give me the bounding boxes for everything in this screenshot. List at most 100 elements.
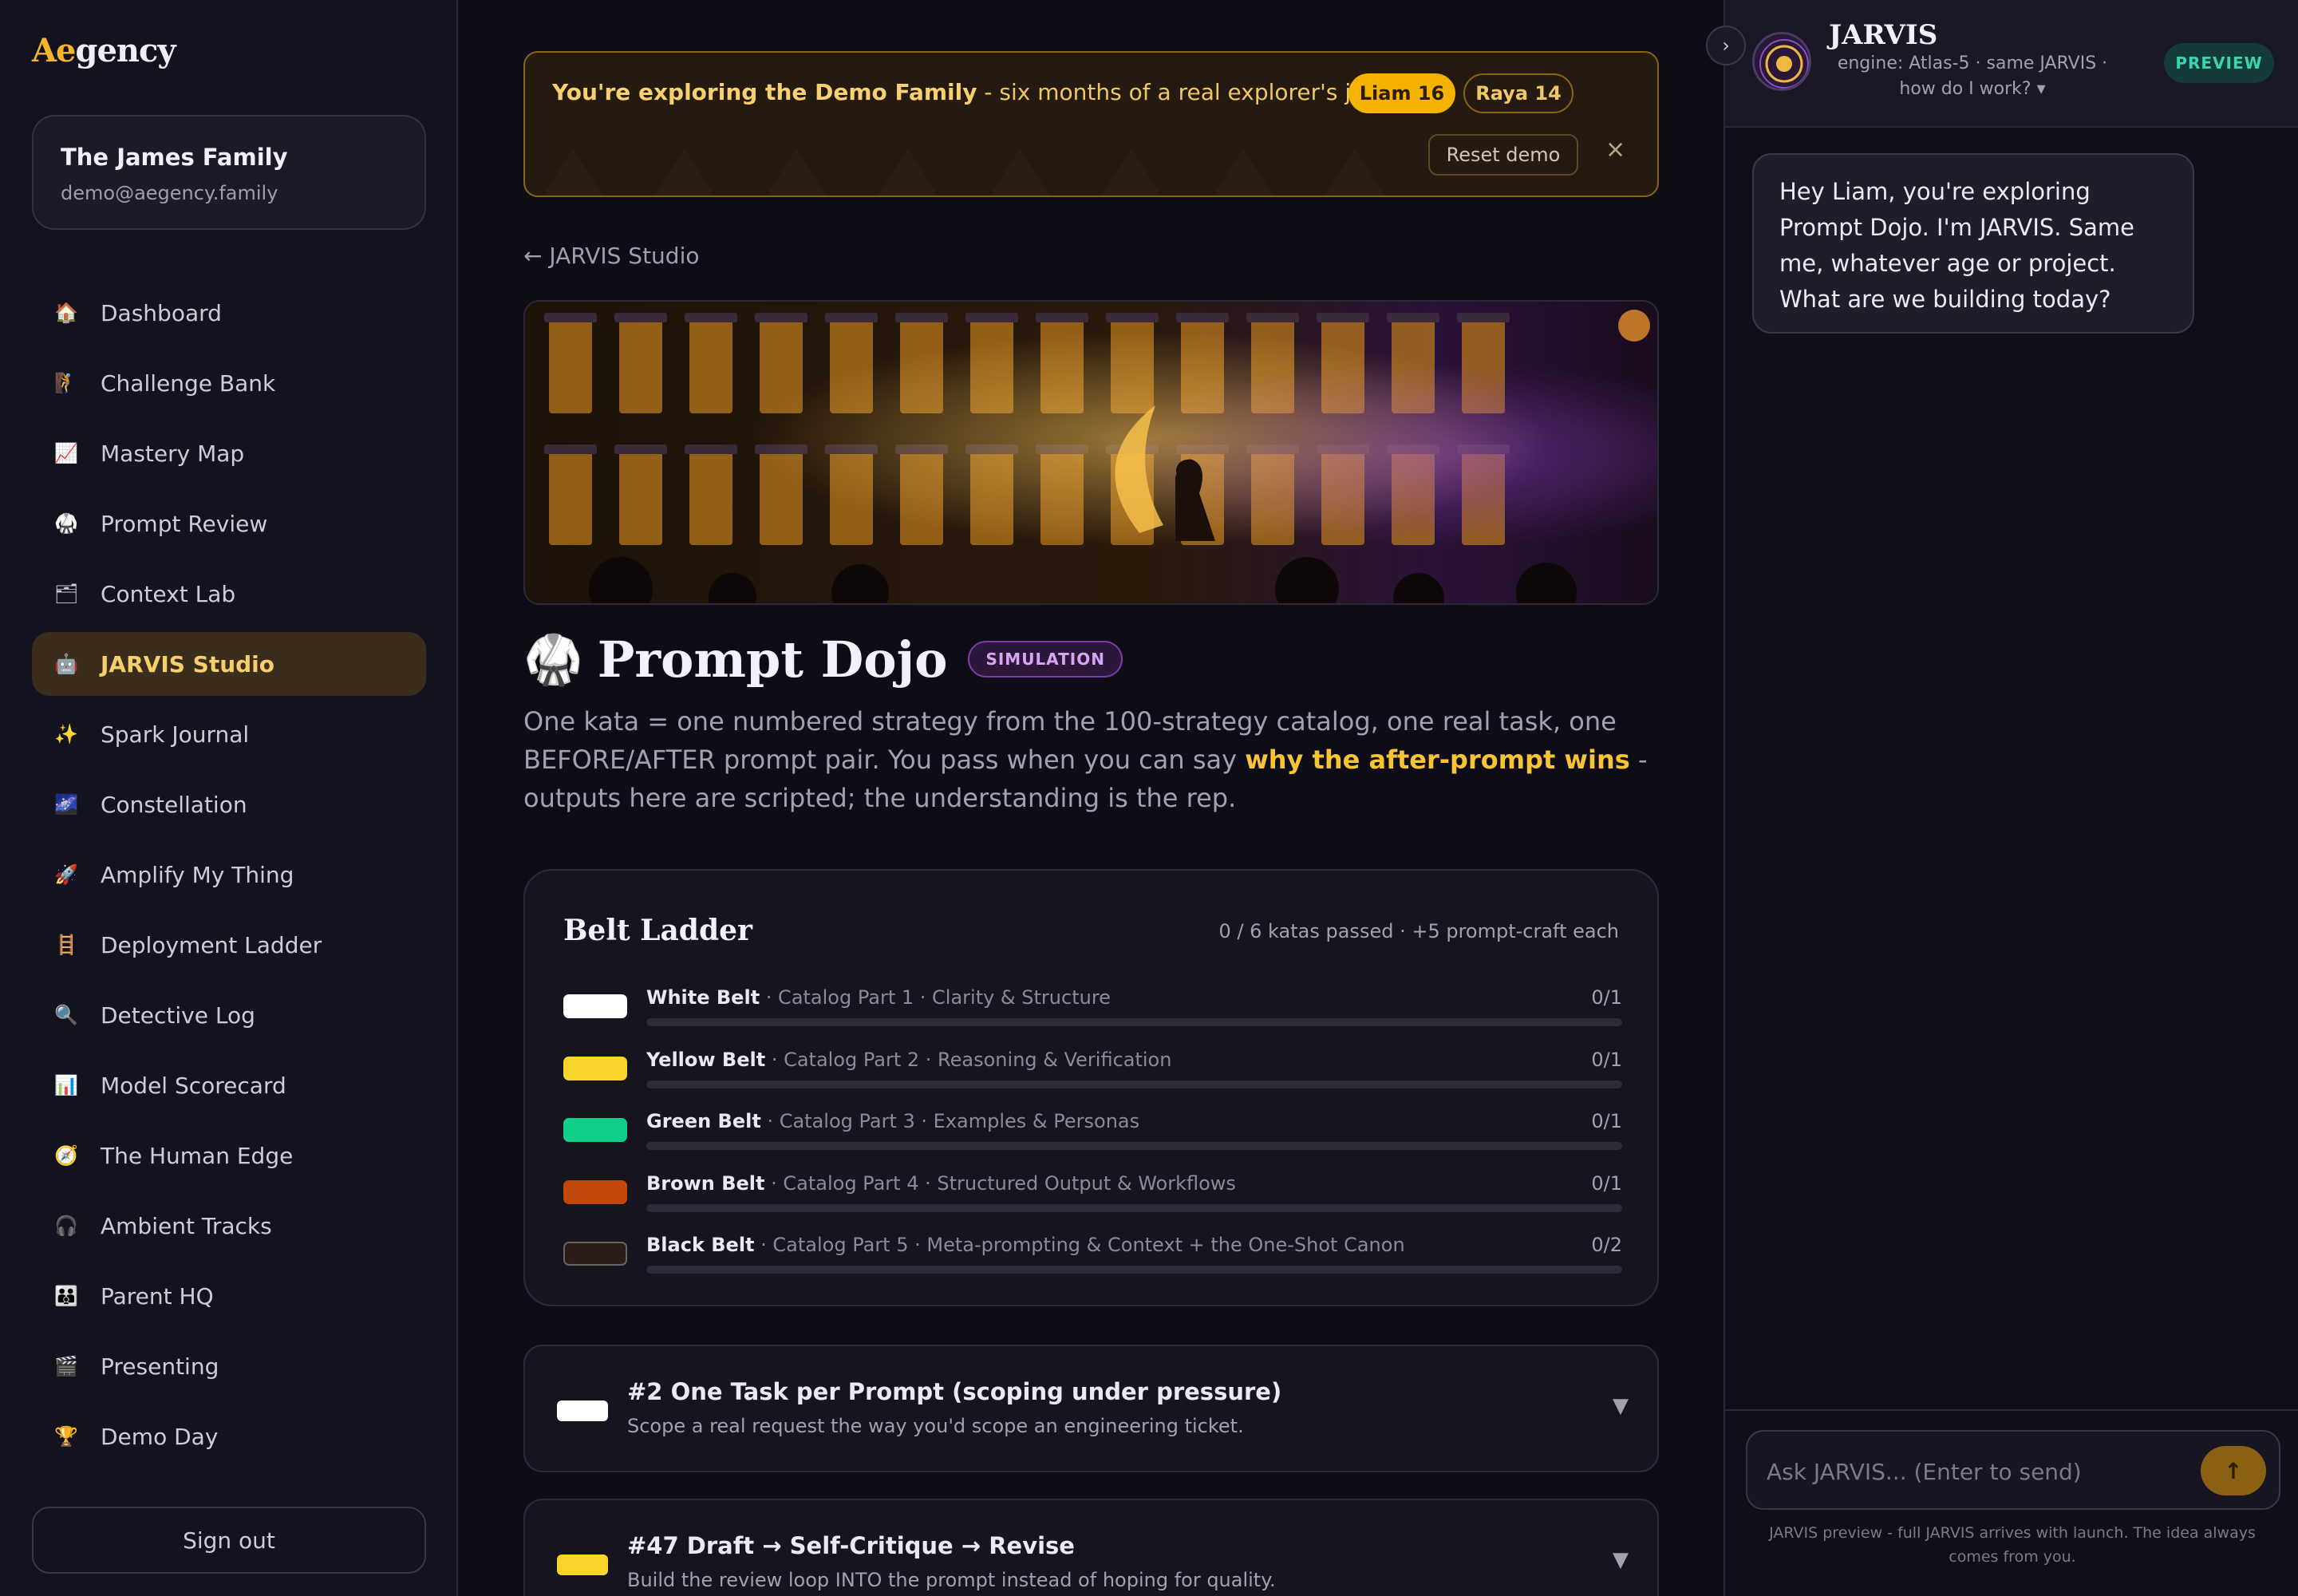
sidebar-item-model-scorecard[interactable]: 📊 Model Scorecard	[32, 1053, 426, 1117]
sparkles-icon: ✨	[54, 723, 78, 745]
sidebar-item-label: Spark Journal	[101, 721, 250, 748]
sidebar-item-the-human-edge[interactable]: 🧭 The Human Edge	[32, 1124, 426, 1187]
ladder-icon: 🪜	[54, 934, 78, 956]
kata-title: #47 Draft → Self-Critique → Revise	[627, 1532, 1075, 1559]
back-link[interactable]: ← JARVIS Studio	[523, 243, 699, 269]
sidebar-item-label: Parent HQ	[101, 1282, 214, 1310]
jarvis-footnote: JARVIS preview - full JARVIS arrives wit…	[1769, 1524, 2256, 1566]
belt-row: Black Belt · Catalog Part 5 · Meta-promp…	[563, 1232, 1622, 1283]
jarvis-chat-input[interactable]	[1767, 1454, 2182, 1489]
belt-row: Brown Belt · Catalog Part 4 · Structured…	[563, 1171, 1622, 1222]
belt-label: Green Belt · Catalog Part 3 · Examples &…	[646, 1110, 1139, 1132]
sidebar-item-amplify-my-thing[interactable]: 🚀 Amplify My Thing	[32, 843, 426, 907]
sidebar-item-challenge-bank[interactable]: 🧗 Challenge Bank	[32, 351, 426, 415]
belt-name: Green Belt	[646, 1110, 761, 1132]
belt-progress-bar	[646, 1142, 1622, 1150]
sidebar-item-spark-journal[interactable]: ✨ Spark Journal	[32, 702, 426, 766]
belt-label: Yellow Belt · Catalog Part 2 · Reasoning…	[646, 1049, 1171, 1071]
logo-prefix: Ae	[32, 32, 76, 69]
belt-ladder-progress: 0 / 6 katas passed · +5 prompt-craft eac…	[1218, 920, 1619, 942]
jarvis-avatar	[1752, 32, 1811, 91]
sidebar-item-label: Presenting	[101, 1353, 219, 1380]
sidebar-item-demo-day[interactable]: 🏆 Demo Day	[32, 1404, 426, 1468]
climber-icon: 🧗	[54, 372, 78, 394]
belt-progress-bar	[646, 1204, 1622, 1212]
sidebar-item-deployment-ladder[interactable]: 🪜 Deployment Ladder	[32, 913, 426, 977]
jarvis-message: Hey Liam, you're exploring Prompt Dojo. …	[1752, 153, 2194, 334]
belt-detail: · Catalog Part 3 · Examples & Personas	[760, 1110, 1140, 1132]
folder-icon: 🗂	[53, 583, 79, 605]
belt-swatch	[563, 1180, 627, 1204]
belt-name: Yellow Belt	[646, 1049, 766, 1071]
sidebar-item-constellation[interactable]: 🌌 Constellation	[32, 772, 426, 836]
belt-count: 0/1	[1591, 1172, 1622, 1195]
sidebar-item-parent-hq[interactable]: 👪 Parent HQ	[32, 1264, 426, 1328]
sidebar-item-jarvis-studio[interactable]: 🤖 JARVIS Studio	[32, 632, 426, 696]
belt-ladder-card: Belt Ladder 0 / 6 katas passed · +5 prom…	[523, 869, 1659, 1306]
page-title: Prompt Dojo	[597, 630, 948, 689]
profile-chip-raya[interactable]: Raya 14	[1463, 73, 1573, 113]
page-description: One kata = one numbered strategy from th…	[523, 702, 1664, 817]
kata-subtitle: Scope a real request the way you'd scope…	[627, 1415, 1244, 1437]
chevron-down-icon[interactable]: ▼	[1613, 1394, 1629, 1418]
bar-chart-icon: 📊	[54, 1074, 78, 1096]
sidebar-item-label: Detective Log	[101, 1001, 255, 1029]
jarvis-name: JARVIS	[1829, 19, 1938, 51]
sidebar-item-label: Dashboard	[101, 299, 222, 326]
sidebar-item-detective-log[interactable]: 🔍 Detective Log	[32, 983, 426, 1047]
sidebar-item-label: Deployment Ladder	[101, 931, 322, 958]
clapper-icon: 🎬	[54, 1355, 78, 1377]
belt-row: Green Belt · Catalog Part 3 · Examples &…	[563, 1108, 1622, 1159]
belt-swatch	[563, 1242, 627, 1266]
rocket-icon: 🚀	[54, 863, 78, 886]
divider	[1725, 1409, 2298, 1411]
belt-label: Brown Belt · Catalog Part 4 · Structured…	[646, 1172, 1236, 1195]
kata-card[interactable]: #2 One Task per Prompt (scoping under pr…	[523, 1345, 1659, 1472]
profile-chip-liam[interactable]: Liam 16	[1348, 73, 1455, 113]
belt-label: Black Belt · Catalog Part 5 · Meta-promp…	[646, 1234, 1405, 1256]
engine-info-toggle[interactable]: engine: Atlas-5 · same JARVIS · how do I…	[1829, 51, 2116, 102]
family-card[interactable]: The James Family demo@aegency.family	[32, 115, 426, 230]
belt-count: 0/2	[1591, 1234, 1622, 1256]
sidebar-item-dashboard[interactable]: 🏠 Dashboard	[32, 281, 426, 345]
belt-count: 0/1	[1591, 986, 1622, 1009]
sidebar-item-prompt-review[interactable]: 🥋 Prompt Review	[32, 492, 426, 555]
sidebar-item-label: Ambient Tracks	[101, 1212, 272, 1239]
preview-badge: PREVIEW	[2164, 43, 2274, 83]
kata-card[interactable]: #47 Draft → Self-Critique → Revise Build …	[523, 1499, 1659, 1596]
chevron-down-icon[interactable]: ▼	[1613, 1548, 1629, 1572]
sidebar-item-label: Prompt Review	[101, 510, 268, 537]
sidebar-item-label: Context Lab	[101, 580, 236, 607]
sidebar-item-ambient-tracks[interactable]: 🎧 Ambient Tracks	[32, 1194, 426, 1258]
belt-label: White Belt · Catalog Part 1 · Clarity & …	[646, 986, 1111, 1009]
simulation-badge: SIMULATION	[968, 641, 1123, 678]
aegency-logo[interactable]: Aegency	[32, 32, 176, 69]
sidebar-item-label: Demo Day	[101, 1423, 219, 1450]
belt-row: White Belt · Catalog Part 1 · Clarity & …	[563, 985, 1622, 1036]
gi-icon: 🥋	[54, 512, 78, 535]
sidebar-item-context-lab[interactable]: 🗂 Context Lab	[32, 562, 426, 626]
jarvis-header: JARVIS engine: Atlas-5 · same JARVIS · h…	[1725, 0, 2298, 128]
belt-swatch	[563, 1118, 627, 1142]
reset-demo-button[interactable]: Reset demo	[1428, 134, 1578, 176]
belt-swatch	[563, 1057, 627, 1080]
belt-swatch	[557, 1400, 608, 1421]
sidebar-item-mastery-map[interactable]: 📈 Mastery Map	[32, 421, 426, 485]
chevron-right-icon[interactable]: ›	[1706, 26, 1746, 65]
belt-ladder-title: Belt Ladder	[563, 914, 753, 947]
sidebar-item-label: Amplify My Thing	[101, 861, 294, 888]
belt-detail: · Catalog Part 2 · Reasoning & Verificat…	[765, 1049, 1172, 1071]
belt-detail: · Catalog Part 5 · Meta-prompting & Cont…	[754, 1234, 1405, 1256]
belt-row: Yellow Belt · Catalog Part 2 · Reasoning…	[563, 1047, 1622, 1098]
family-email: demo@aegency.family	[61, 182, 278, 204]
send-arrow-icon[interactable]: ↑	[2201, 1446, 2266, 1495]
kata-subtitle: Build the review loop INTO the prompt in…	[627, 1569, 1276, 1591]
robot-icon: 🤖	[54, 653, 78, 675]
close-icon[interactable]: ×	[1605, 136, 1625, 164]
sign-out-button[interactable]: Sign out	[32, 1507, 426, 1574]
belt-count: 0/1	[1591, 1110, 1622, 1132]
sidebar-item-presenting[interactable]: 🎬 Presenting	[32, 1334, 426, 1398]
page-heading: 🥋 Prompt Dojo SIMULATION	[523, 627, 1123, 691]
sidebar-nav: 🏠 Dashboard 🧗 Challenge Bank 📈 Mastery Map 🥋 Pr…	[32, 281, 426, 1475]
belt-progress-bar	[646, 1080, 1622, 1088]
